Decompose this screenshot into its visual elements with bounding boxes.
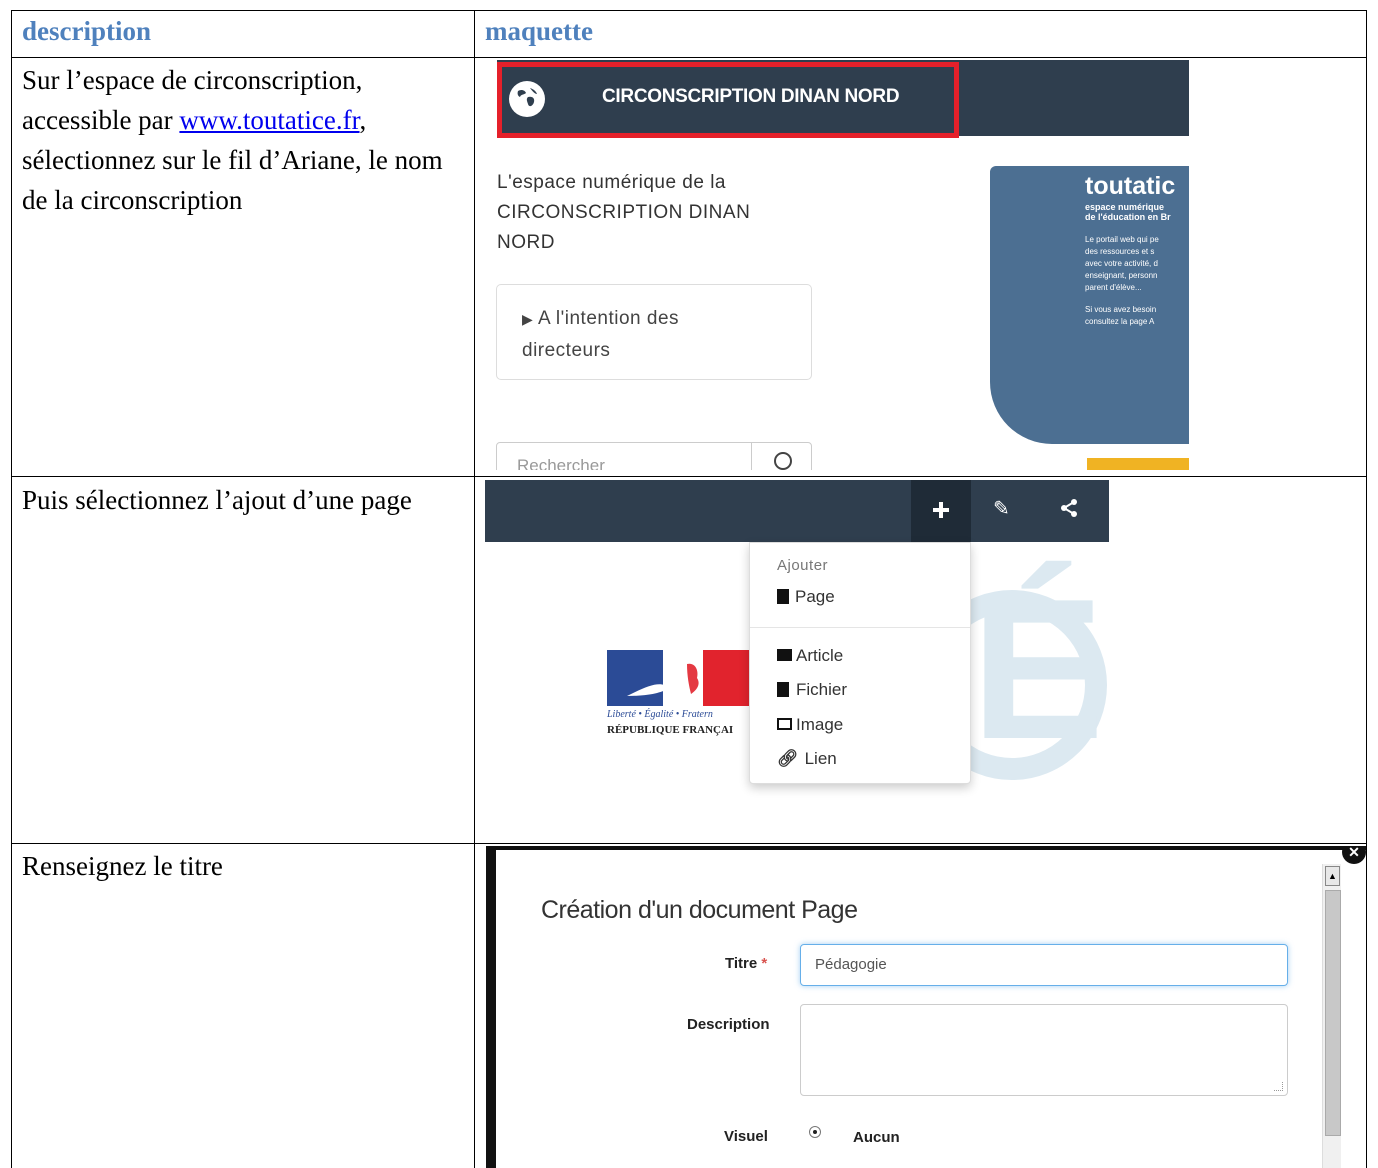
toutatice-promo: toutatic espace numérique de l'éducation… bbox=[990, 166, 1189, 444]
radio-aucun-label: Aucun bbox=[853, 1129, 900, 1146]
scrollbar[interactable]: ▲ bbox=[1322, 864, 1341, 1168]
globe-icon bbox=[509, 81, 545, 117]
resize-handle-icon[interactable] bbox=[1274, 1082, 1283, 1091]
toolbar bbox=[485, 480, 1109, 542]
close-icon[interactable]: ✕ bbox=[1342, 846, 1366, 864]
image-icon bbox=[777, 718, 792, 730]
promo-subtitle: espace numérique de l'éducation en Br bbox=[1085, 202, 1171, 222]
header-maquette: maquette bbox=[485, 16, 593, 46]
description-textarea[interactable] bbox=[800, 1004, 1288, 1096]
share-icon[interactable] bbox=[1059, 498, 1079, 523]
watermark-e-icon: É bbox=[971, 558, 1105, 781]
dialog-title: Création d'un document Page bbox=[541, 896, 858, 924]
menu-divider bbox=[750, 627, 970, 628]
newspaper-icon bbox=[777, 649, 792, 661]
description-label: Description bbox=[687, 1016, 770, 1033]
screenshot-circonscription: CIRCONSCRIPTION DINAN NORD L'espace numé… bbox=[487, 60, 1189, 470]
search-box[interactable]: Rechercher bbox=[496, 442, 812, 470]
pencil-icon[interactable]: ✎ bbox=[993, 496, 1010, 521]
header-description: description bbox=[22, 16, 152, 46]
add-dropdown-menu: Ajouter Page Article Fichier Image 🔗︎ Lie… bbox=[749, 542, 971, 784]
scroll-up-icon[interactable]: ▲ bbox=[1325, 866, 1340, 886]
visuel-label: Visuel bbox=[724, 1128, 768, 1145]
row2-description: Puis sélectionnez l’ajout d’une page bbox=[22, 485, 412, 515]
titre-label: Titre * bbox=[725, 955, 768, 972]
directors-panel[interactable]: ▶ A l'intention des directeurs bbox=[496, 284, 812, 380]
caret-right-icon: ▶ bbox=[522, 311, 534, 327]
titre-value: Pédagogie bbox=[815, 956, 887, 973]
promo-text: Le portail web qui pe des ressources et … bbox=[1085, 235, 1159, 326]
menu-item-image[interactable]: Image bbox=[777, 715, 843, 735]
screenshot-create-page: ✕ Création d'un document Page Titre * Pé… bbox=[486, 846, 1366, 1168]
menu-item-fichier[interactable]: Fichier bbox=[777, 680, 847, 700]
file-icon bbox=[777, 682, 789, 697]
screenshot-add-menu: ✎ Liberté • Égalité • Fratern RÉPUBLIQUE… bbox=[485, 480, 1365, 840]
yellow-bar bbox=[1087, 458, 1189, 470]
banner-title: CIRCONSCRIPTION DINAN NORD bbox=[602, 86, 900, 107]
add-button[interactable] bbox=[911, 480, 971, 542]
document-icon bbox=[777, 589, 789, 604]
row1-description: Sur l’espace de circonscription, accessi… bbox=[22, 60, 462, 220]
toutatice-link[interactable]: www.toutatice.fr bbox=[179, 105, 359, 135]
menu-item-article[interactable]: Article bbox=[777, 646, 843, 666]
intro-text: L'espace numérique de la CIRCONSCRIPTION… bbox=[497, 172, 751, 253]
row3-description: Renseignez le titre bbox=[22, 851, 223, 881]
menu-header: Ajouter bbox=[777, 557, 829, 574]
search-icon[interactable] bbox=[774, 452, 792, 470]
titre-input[interactable]: Pédagogie bbox=[800, 944, 1288, 986]
link-icon: 🔗︎ bbox=[777, 749, 799, 768]
menu-item-lien[interactable]: 🔗︎ Lien bbox=[777, 749, 837, 769]
logo-name: RÉPUBLIQUE FRANÇAI bbox=[607, 724, 734, 736]
menu-item-page[interactable]: Page bbox=[777, 587, 835, 607]
logo-motto: Liberté • Égalité • Fratern bbox=[607, 709, 713, 720]
promo-title: toutatic bbox=[1085, 172, 1176, 200]
radio-aucun[interactable] bbox=[809, 1126, 821, 1138]
modal-backdrop-edge bbox=[486, 846, 496, 1168]
marianne-logo bbox=[607, 650, 751, 706]
search-input[interactable]: Rechercher bbox=[517, 456, 605, 470]
scroll-thumb[interactable] bbox=[1325, 890, 1341, 1136]
